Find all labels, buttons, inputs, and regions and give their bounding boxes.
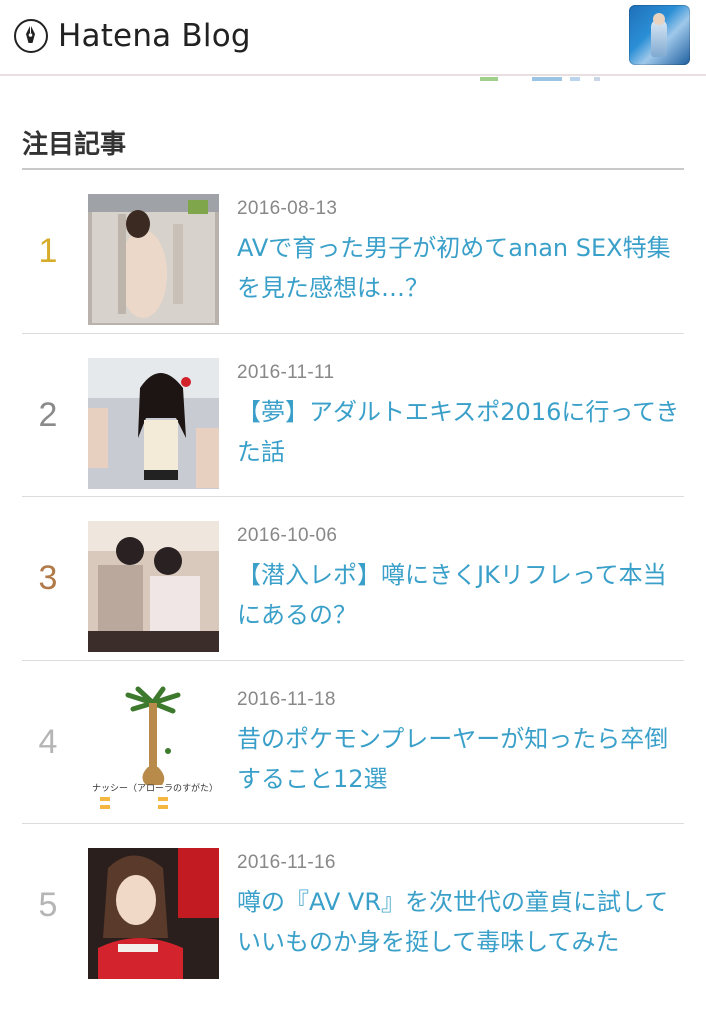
article-title-link[interactable]: 【潜入レポ】噂にきくJKリフレって本当にあるの？ — [237, 555, 687, 635]
expo-photo-thumbnail[interactable] — [88, 357, 219, 489]
thumbnail-caption: ナッシー（アローラのすがた） — [92, 783, 219, 794]
article-item[interactable]: 1 2016-08-13 AVで育った男子が初めてanan SEX特集を見た感想… — [22, 170, 684, 334]
article-title-link[interactable]: AVで育った男子が初めてanan SEX特集を見た感想は…？ — [237, 228, 687, 308]
article-item[interactable]: 2 2016-11-11 【夢】アダルトエキスポ2016に行ってきた話 — [22, 334, 687, 497]
rank-number: 5 — [38, 886, 58, 924]
user-avatar[interactable] — [629, 5, 690, 65]
article-item[interactable]: 4 ナッシー（アローラのすがた） 2016-11-18 昔のポケモンプレーヤーが… — [22, 661, 687, 824]
featured-articles-list: 1 2016-08-13 AVで育った男子が初めてanan SEX特集を見た感想… — [22, 170, 684, 988]
avatar-figure-head — [653, 13, 665, 25]
article-date: 2016-08-13 — [237, 198, 338, 219]
article-date: 2016-11-18 — [237, 688, 336, 710]
portrait-photo-thumbnail[interactable] — [88, 848, 219, 979]
logo-text: Hatena Blog — [58, 18, 251, 54]
article-date: 2016-11-11 — [237, 361, 335, 383]
section-title: 注目記事 — [22, 130, 127, 160]
article-item[interactable]: 3 2016-10-06 【潜入レポ】噂にきくJKリフレって本当にあるの？ — [22, 497, 684, 661]
article-date: 2016-11-16 — [237, 852, 336, 873]
article-date: 2016-10-06 — [237, 525, 338, 546]
rank-number: 1 — [38, 232, 58, 270]
article-title-link[interactable]: 昔のポケモンプレーヤーが知ったら卒倒すること12選 — [237, 719, 687, 799]
pokemon-thumbnail[interactable]: ナッシー（アローラのすがた） — [88, 684, 219, 816]
rank-number: 4 — [38, 722, 58, 761]
header-image-strip — [0, 77, 706, 82]
article-title-link[interactable]: 噂の『AV VR』を次世代の童貞に試していいものか身を挺して毒味してみた — [237, 882, 687, 962]
article-title-link[interactable]: 【夢】アダルトエキスポ2016に行ってきた話 — [237, 392, 687, 472]
room-photo-thumbnail[interactable] — [88, 521, 219, 652]
magazine-cover-thumbnail[interactable] — [88, 194, 219, 325]
rank-number: 2 — [38, 395, 58, 434]
hatena-blog-logo[interactable]: Hatena Blog — [14, 14, 251, 58]
article-item[interactable]: 5 2016-11-16 噂の『AV VR』を次世代の童貞に試していいものか身を… — [22, 824, 684, 988]
site-header: Hatena Blog — [0, 0, 706, 76]
hatena-pen-icon — [14, 19, 48, 53]
rank-number: 3 — [38, 559, 58, 597]
